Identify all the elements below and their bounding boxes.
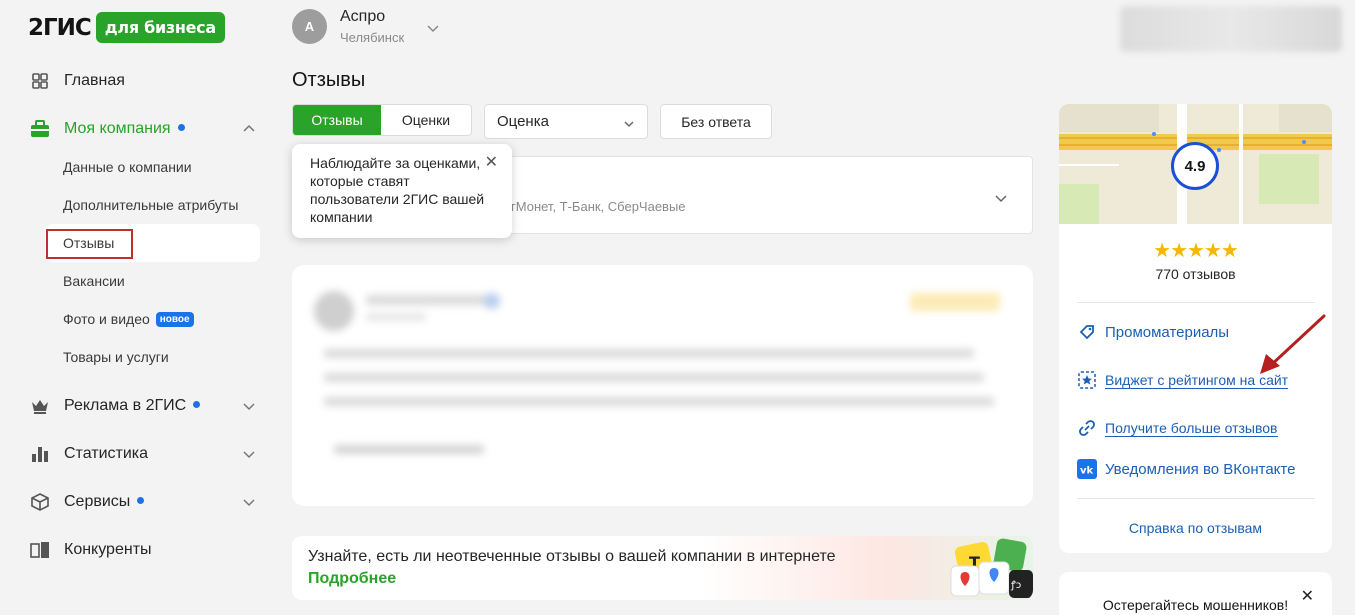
annotation-arrow [1260, 314, 1326, 374]
sidebar-label-my-company: Моя компания [64, 120, 171, 137]
user-menu[interactable] [1120, 6, 1342, 52]
promo-banner: Узнайте, есть ли неотвеченные отзывы о в… [292, 536, 1033, 600]
briefcase-icon [30, 119, 50, 139]
no-answer-filter[interactable]: Без ответа [660, 104, 772, 139]
promo-link[interactable]: Подробнее [308, 570, 396, 588]
stars-rating: ★★★★★ [1153, 240, 1239, 262]
link-icon [1077, 418, 1097, 438]
divider [1077, 302, 1315, 303]
avatar[interactable]: А [292, 9, 327, 44]
sidebar-item-competitors[interactable]: Конкуренты [0, 531, 270, 569]
more-reviews-link[interactable]: Получите больше отзывов [1077, 417, 1278, 439]
sidebar-label-main: Главная [64, 72, 125, 89]
sidebar-item-services[interactable]: Сервисы [0, 483, 270, 521]
review-card [292, 265, 1033, 506]
chevron-down-icon[interactable] [426, 21, 440, 40]
view-toggle: Отзывы Оценки [292, 104, 472, 136]
sidebar-label-services: Сервисы [64, 493, 131, 510]
notification-dot [137, 497, 145, 505]
highlight-box [46, 229, 133, 259]
notification-dot [193, 401, 201, 409]
company-name[interactable]: Аспро [340, 8, 385, 26]
vk-icon: vk [1077, 459, 1097, 479]
crown-icon [30, 396, 50, 416]
sidebar-sub-attributes[interactable]: Дополнительные атрибуты [63, 197, 238, 213]
promo-text: Узнайте, есть ли неотвеченные отзывы о в… [308, 548, 836, 565]
sidebar-sub-goods[interactable]: Товары и услуги [63, 349, 169, 365]
chevron-down-icon[interactable] [242, 399, 256, 413]
chevron-down-icon[interactable] [994, 191, 1008, 210]
chevron-down-icon [623, 117, 635, 134]
sidebar-item-ads[interactable]: Реклама в 2ГИС [0, 387, 270, 425]
sources-list: гМонет, Т-Банк, СберЧаевые [511, 199, 686, 214]
cube-icon [30, 492, 50, 512]
sidebar-label-stats: Статистика [64, 445, 149, 462]
chevron-up-icon[interactable] [242, 122, 256, 136]
bar-chart-icon [30, 444, 50, 464]
chevron-down-icon[interactable] [242, 495, 256, 509]
chevron-down-icon[interactable] [242, 447, 256, 461]
reviews-count: 770 отзывов [1155, 266, 1236, 282]
competitors-icon [30, 540, 50, 560]
promo-materials-label: Промоматериалы [1105, 323, 1230, 341]
help-link[interactable]: Справка по отзывам [1059, 520, 1332, 536]
dashboard-icon [30, 71, 50, 91]
logo-text: 2ГИС [28, 14, 92, 41]
sidebar-sub-company-data[interactable]: Данные о компании [63, 159, 192, 175]
sidebar-sub-vacancies[interactable]: Вакансии [63, 273, 125, 289]
rating-select-value: Оценка [497, 113, 549, 130]
close-icon[interactable]: ✕ [485, 154, 498, 172]
svg-text:ꝭɔ: ꝭɔ [1010, 580, 1021, 591]
notification-dot [177, 124, 185, 132]
tag-icon [1077, 322, 1097, 342]
blurred-review [304, 283, 1020, 495]
more-reviews-label: Получите больше отзывов [1105, 419, 1278, 437]
promo-materials-link[interactable]: Промоматериалы [1077, 321, 1229, 343]
svg-text:vk: vk [1080, 466, 1094, 477]
tab-ratings[interactable]: Оценки [381, 105, 471, 135]
sidebar-sub-photo-video[interactable]: Фото и видео новое [63, 311, 194, 328]
logo-badge: для бизнеса [95, 12, 225, 43]
fraud-warning-text: Остерегайтесь мошенников! [1102, 597, 1289, 613]
logo[interactable]: 2ГИС для бизнеса [28, 12, 225, 43]
sidebar-item-stats[interactable]: Статистика [0, 435, 270, 473]
rating-badge: 4.9 [1171, 142, 1219, 190]
sidebar-item-my-company[interactable]: Моя компания [0, 110, 270, 148]
company-city: Челябинск [340, 30, 405, 45]
vk-notifications-label: Уведомления во ВКонтакте [1105, 460, 1296, 478]
new-badge: новое [155, 311, 194, 327]
divider [1077, 498, 1315, 499]
tab-reviews[interactable]: Отзывы [293, 105, 381, 135]
sidebar-label-competitors: Конкуренты [64, 541, 152, 558]
sidebar-sub-photo-video-label: Фото и видео [63, 311, 150, 327]
promo-illustration: T ꝭɔ [950, 538, 1033, 598]
tooltip: Наблюдайте за оценками, которые ставят п… [292, 144, 512, 238]
rating-select[interactable]: Оценка [484, 104, 648, 139]
tooltip-text: Наблюдайте за оценками, которые ставят п… [310, 155, 485, 225]
widget-star-icon [1077, 370, 1097, 390]
vk-notifications-link[interactable]: vk Уведомления во ВКонтакте [1077, 458, 1295, 480]
page-title: Отзывы [292, 69, 366, 91]
sidebar-label-ads: Реклама в 2ГИС [64, 397, 187, 414]
sidebar-item-main[interactable]: Главная [0, 62, 270, 100]
fraud-warning-card: ✕ Остерегайтесь мошенников! [1059, 572, 1332, 615]
